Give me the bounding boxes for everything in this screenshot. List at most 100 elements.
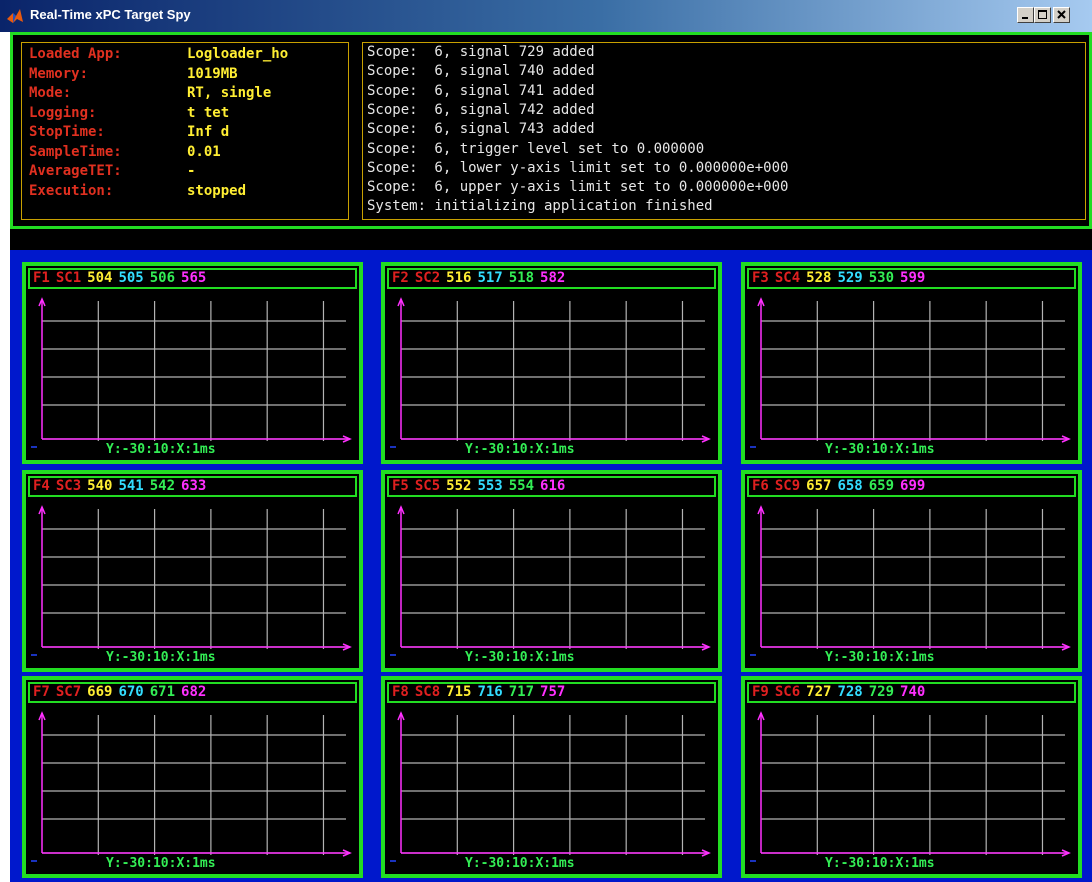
status-row: Execution: stopped xyxy=(29,183,246,202)
status-row: Loaded App: Logloader_ho xyxy=(29,46,288,65)
function-key-label: F2 xyxy=(392,270,409,286)
signal-id: 658 xyxy=(837,478,863,494)
scope-plot xyxy=(750,505,1071,656)
scope-panel-3: F3 SC4 528 529 530 599 Y:-30:10:X:1ms xyxy=(741,262,1082,464)
status-label: Logging: xyxy=(29,104,97,121)
status-label: Memory: xyxy=(29,65,89,82)
axis-scale-label: Y:-30:10:X:1ms xyxy=(465,856,575,871)
log-line: Scope: 6, upper y-axis limit set to 0.00… xyxy=(367,179,789,196)
signal-id: 671 xyxy=(149,684,176,700)
scope-header: F1 SC1 504 505 506 565 xyxy=(28,268,357,289)
signal-id: 542 xyxy=(149,478,176,494)
maximize-icon xyxy=(1038,10,1047,19)
status-row: AverageTET: - xyxy=(29,163,195,182)
signal-id: 699 xyxy=(900,478,926,494)
signal-id: 599 xyxy=(900,270,926,286)
scope-id-label: SC1 xyxy=(55,270,82,286)
close-icon xyxy=(1057,10,1066,19)
function-key-label: F3 xyxy=(752,270,769,286)
signal-id: 633 xyxy=(181,478,207,494)
axis-scale-label: Y:-30:10:X:1ms xyxy=(106,442,216,457)
signal-id: 669 xyxy=(87,684,113,700)
signal-id: 716 xyxy=(477,684,503,700)
log-line: Scope: 6, signal 743 added xyxy=(367,121,595,138)
function-key-label: F5 xyxy=(392,478,409,494)
scope-header: F9 SC6 727 728 729 740 xyxy=(747,682,1076,703)
signal-id: 740 xyxy=(900,684,926,700)
window-title-bar[interactable]: Real-Time xPC Target Spy xyxy=(0,0,1092,32)
scope-plot xyxy=(390,505,711,656)
log-line: Scope: 6, signal 742 added xyxy=(367,101,595,118)
function-key-label: F9 xyxy=(752,684,769,700)
signal-id: 517 xyxy=(477,270,503,286)
axis-scale-label: Y:-30:10:X:1ms xyxy=(106,650,216,665)
status-value: Logloader_ho xyxy=(187,46,289,62)
axis-scale-label: Y:-30:10:X:1ms xyxy=(825,442,935,457)
scope-id-label: SC5 xyxy=(414,478,441,494)
signal-id: 505 xyxy=(118,270,144,286)
function-key-label: F7 xyxy=(33,684,50,700)
signal-id: 541 xyxy=(118,478,144,494)
status-row: SampleTime: 0.01 xyxy=(29,144,221,163)
log-line: Scope: 6, signal 741 added xyxy=(367,82,595,99)
scope-id-label: SC2 xyxy=(414,270,441,286)
signal-id: 729 xyxy=(868,684,895,700)
signal-id: 682 xyxy=(181,684,207,700)
status-row: StopTime: Inf d xyxy=(29,124,229,143)
scope-panel-4: F4 SC3 540 541 542 633 Y:-30:10:X:1ms xyxy=(22,470,363,672)
signal-id: 504 xyxy=(87,270,113,286)
status-value: 1019MB xyxy=(187,65,238,82)
status-row: Memory: 1019MB xyxy=(29,66,238,85)
signal-id: 530 xyxy=(868,270,895,286)
signal-id: 728 xyxy=(837,684,863,700)
status-label: Mode: xyxy=(29,85,72,101)
scope-plot xyxy=(31,297,352,448)
log-line: Scope: 6, trigger level set to 0.000000 xyxy=(367,140,705,157)
scope-panel-9: F9 SC6 727 728 729 740 Y:-30:10:X:1ms xyxy=(741,676,1082,878)
signal-id: 506 xyxy=(149,270,176,286)
minimize-button[interactable] xyxy=(1017,7,1034,23)
scope-panel-8: F8 SC8 715 716 717 757 Y:-30:10:X:1ms xyxy=(381,676,722,878)
close-button[interactable] xyxy=(1053,7,1070,23)
function-key-label: F8 xyxy=(392,684,409,700)
signal-id: 616 xyxy=(540,478,566,494)
signal-id: 715 xyxy=(446,684,472,700)
scope-header: F5 SC5 552 553 554 616 xyxy=(387,476,716,497)
signal-id: 659 xyxy=(868,478,895,494)
signal-id: 582 xyxy=(540,270,566,286)
status-value: RT, single xyxy=(187,85,272,101)
signal-id: 553 xyxy=(477,478,503,494)
status-value: 0.01 xyxy=(187,143,221,160)
status-row: Logging: t tet xyxy=(29,105,229,124)
signal-id: 528 xyxy=(806,270,832,286)
signal-id: 554 xyxy=(508,478,535,494)
log-line: System: initializing application finishe… xyxy=(367,198,713,215)
signal-id: 727 xyxy=(806,684,832,700)
scope-header: F3 SC4 528 529 530 599 xyxy=(747,268,1076,289)
scope-panel-6: F6 SC9 657 658 659 699 Y:-30:10:X:1ms xyxy=(741,470,1082,672)
scope-header: F4 SC3 540 541 542 633 xyxy=(28,476,357,497)
log-line: Scope: 6, signal 729 added xyxy=(367,44,595,60)
status-label: AverageTET: xyxy=(29,163,122,179)
scope-plot xyxy=(750,711,1071,862)
minimize-icon xyxy=(1022,17,1028,19)
status-label: Loaded App: xyxy=(29,46,122,62)
scope-panel-7: F7 SC7 669 670 671 682 Y:-30:10:X:1ms xyxy=(22,676,363,878)
signal-id: 717 xyxy=(508,684,535,700)
signal-id: 757 xyxy=(540,684,566,700)
function-key-label: F6 xyxy=(752,478,769,494)
status-value: stopped xyxy=(187,182,247,199)
scope-plot xyxy=(31,711,352,862)
status-panel: Loaded App: Logloader_ho Memory: 1019MB Mode… xyxy=(10,32,1092,229)
signal-id: 516 xyxy=(446,270,472,286)
signal-id: 670 xyxy=(118,684,144,700)
function-key-label: F4 xyxy=(33,478,50,494)
status-value: t tet xyxy=(187,104,230,121)
status-label: Execution: xyxy=(29,182,114,199)
maximize-button[interactable] xyxy=(1034,7,1051,23)
axis-scale-label: Y:-30:10:X:1ms xyxy=(825,650,935,665)
status-value: Inf d xyxy=(187,124,230,140)
axis-scale-label: Y:-30:10:X:1ms xyxy=(106,856,216,871)
scope-header: F6 SC9 657 658 659 699 xyxy=(747,476,1076,497)
target-info-box: Loaded App: Logloader_ho Memory: 1019MB Mode… xyxy=(21,42,349,220)
